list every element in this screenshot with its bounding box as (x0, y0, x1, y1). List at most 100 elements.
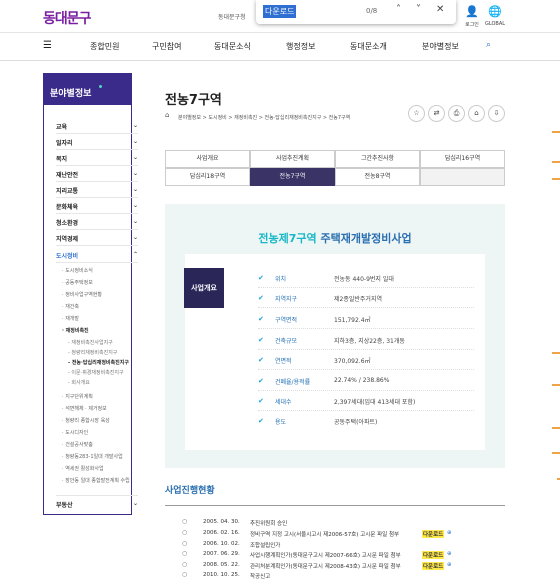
sidebar-item[interactable]: 복지 ⌄ (56, 154, 138, 163)
sidebar-subitem[interactable]: · 도시정비소식 (62, 267, 144, 274)
find-input[interactable]: 다운로드 (263, 5, 297, 18)
sidebar-subsubitem[interactable]: - 재정비촉진사업지구 (68, 339, 150, 346)
sidebar-subitem[interactable]: · 청량리 종합시장 육성 (62, 417, 144, 424)
top-note: 동대문구청 (218, 14, 246, 21)
download-link[interactable]: 다운로드 (422, 551, 445, 559)
sidebar-item[interactable]: 문화체육 ⌄ (56, 202, 138, 211)
info-key: 구역면적 (275, 317, 298, 324)
sidebar-item[interactable]: 청소환경 ⌄ (56, 218, 138, 227)
home-tool-icon[interactable]: ⌂ (468, 105, 485, 122)
site-logo[interactable]: 동대문구 (43, 8, 92, 28)
sidebar-item-label: 지리교통 (56, 188, 79, 195)
edge-mark (552, 131, 560, 133)
favorite-icon[interactable]: ☆ (408, 105, 425, 122)
download-link[interactable]: 다운로드 (422, 562, 445, 570)
print-icon[interactable]: ⎙ (448, 105, 465, 122)
tab-overview[interactable]: 사업개요 (165, 150, 250, 168)
sidebar-item[interactable]: 일자리 ⌄ (56, 138, 138, 147)
sidebar-subsubitem[interactable]: - 이문·휘경재정비촉진지구 (68, 369, 150, 376)
sidebar-item-label: 지역경제 (56, 236, 79, 243)
tab-dapsimni18[interactable]: 답십리18구역 (165, 168, 250, 186)
find-next-icon[interactable]: ˅ (416, 4, 421, 15)
sidebar-item-label: 부동산 (56, 502, 73, 509)
sidebar-subitem[interactable]: · 정비사업구역현황 (62, 291, 144, 298)
tab-jeonnong7[interactable]: 전농7구역 (250, 168, 335, 186)
sidebar-subitem[interactable]: · 재개발 (62, 315, 144, 322)
subsubitem-label: 전농·답십리재정비촉진지구 (71, 360, 129, 366)
edge-mark (552, 161, 560, 163)
nav-item[interactable]: 행정정보 (286, 41, 315, 52)
sidebar-item[interactable]: 교육 ⌄ (56, 122, 138, 131)
sidebar-subsubitem-active[interactable]: - 전농·답십리재정비촉진지구 (68, 359, 150, 366)
divider (56, 133, 138, 134)
tab-jeonnong8[interactable]: 전농8구역 (335, 168, 420, 186)
find-close-icon[interactable]: ✕ (436, 4, 444, 15)
page: 동대문구 동대문구청 다운로드 0/8 ˄ ˅ ✕ 👤 로그인 🌐 GLOBAL… (0, 0, 560, 581)
sidebar-item-active[interactable]: 도시정비 ⌃ (56, 251, 138, 260)
history-desc: 사업시행계획인가(동대문구고시 제2007-66호) 고시문 파일 첨부 (250, 553, 401, 559)
info-key: 용도 (275, 419, 287, 426)
info-value: 제2종일반주거지역 (334, 296, 382, 303)
sidebar-subitem[interactable]: · 청량동283-1일대 개발사업 (62, 453, 144, 460)
sidebar-item[interactable]: 지리교통 ⌄ (56, 186, 138, 195)
sidebar-item-label: 복지 (56, 156, 68, 163)
find-count: 0/8 (366, 7, 378, 15)
bullet-icon: ○ (182, 518, 188, 525)
sidebar-item[interactable]: 지역경제 ⌄ (56, 234, 138, 243)
tab-empty (420, 168, 505, 186)
menu-icon[interactable]: ☰ (43, 40, 52, 51)
top-bar: 동대문구 동대문구청 다운로드 0/8 ˄ ˅ ✕ 👤 로그인 🌐 GLOBAL (0, 0, 560, 33)
edge-mark (552, 178, 560, 180)
sidebar-subitem[interactable]: · 장안동 일대 종합발전계획 수립 (62, 477, 138, 485)
nav-item[interactable]: 분야별정보 (422, 41, 459, 52)
download-icon[interactable]: ⊕ (447, 530, 452, 536)
sidebar-subitem[interactable]: · 공동주택정보 (62, 279, 144, 286)
history-row: ○ 2005. 04. 30. 추진위원회 승인 (165, 518, 505, 529)
history-date: 2010. 10. 25. (203, 572, 240, 578)
row-divider (258, 349, 474, 350)
global-label[interactable]: GLOBAL (482, 21, 508, 27)
history-desc: 착공신고 (250, 574, 271, 580)
info-key: 지역지구 (275, 296, 298, 303)
sidebar-subsubitem[interactable]: - 청량리재정비촉진지구 (68, 349, 150, 356)
search-icon[interactable]: ⌕ (486, 40, 491, 50)
sidebar-subitem[interactable]: · 석면해체 · 제거정보 (62, 405, 144, 412)
sidebar-subitem[interactable]: · 역세권 활성화사업 (62, 465, 144, 472)
find-prev-icon[interactable]: ˄ (396, 4, 401, 15)
sidebar-subitem[interactable]: · 도시디자인 (62, 429, 144, 436)
subitem-label: 지구단위계획 (65, 394, 93, 400)
nav-item[interactable]: 동대문소식 (214, 41, 251, 52)
check-icon: ✔ (258, 397, 264, 405)
share-icon[interactable]: ⇄ (428, 105, 445, 122)
history-desc: 정비구역 지정 고시(서울시고시 제2006-57호) 고시문 파일 첨부 (250, 532, 400, 538)
divider (56, 149, 138, 150)
sidebar-item[interactable]: 재난안전 ⌄ (56, 170, 138, 179)
subsubitem-label: 이문·휘경재정비촉진지구 (71, 370, 124, 376)
download-icon[interactable]: ⊕ (447, 551, 452, 557)
download-icon[interactable]: ⇩ (488, 105, 505, 122)
home-icon[interactable]: ⌂ (165, 111, 169, 119)
tab-plan[interactable]: 사업추진계획 (250, 150, 335, 168)
download-link[interactable]: 다운로드 (422, 530, 445, 538)
history-date: 2006. 02. 16. (203, 530, 240, 536)
nav-item[interactable]: 구민참여 (152, 41, 181, 52)
sidebar-subitem-active[interactable]: · 재정비촉진 (62, 327, 144, 334)
sidebar-title-text: 분야별정보 (50, 89, 92, 99)
divider (56, 181, 138, 182)
nav-item[interactable]: 종합민원 (90, 41, 119, 52)
sidebar-subitem[interactable]: · 건설공사맞춤 (62, 441, 144, 448)
bullet-icon: ○ (182, 571, 188, 578)
sidebar-subitem[interactable]: · 지구단위계획 (62, 393, 144, 400)
row-divider (258, 390, 474, 391)
globe-icon[interactable]: 🌐 (482, 5, 508, 18)
tab-progress[interactable]: 그간추진사항 (335, 150, 420, 168)
sidebar-item[interactable]: 부동산 ⌄ (56, 500, 138, 509)
history-date: 2007. 06. 29. (203, 551, 240, 557)
tab-dapsimni16[interactable]: 답십리16구역 (420, 150, 505, 168)
sidebar-subitem[interactable]: · 재건축 (62, 303, 144, 310)
nav-item[interactable]: 동대문소개 (350, 41, 387, 52)
download-icon[interactable]: ⊕ (447, 562, 452, 568)
sidebar-subsubitem[interactable]: - 회사개요 (68, 379, 150, 386)
subsubitem-label: 청량리재정비촉진지구 (71, 350, 118, 356)
overview-title: 전농제7구역 주택재개발정비사업 (165, 230, 505, 246)
